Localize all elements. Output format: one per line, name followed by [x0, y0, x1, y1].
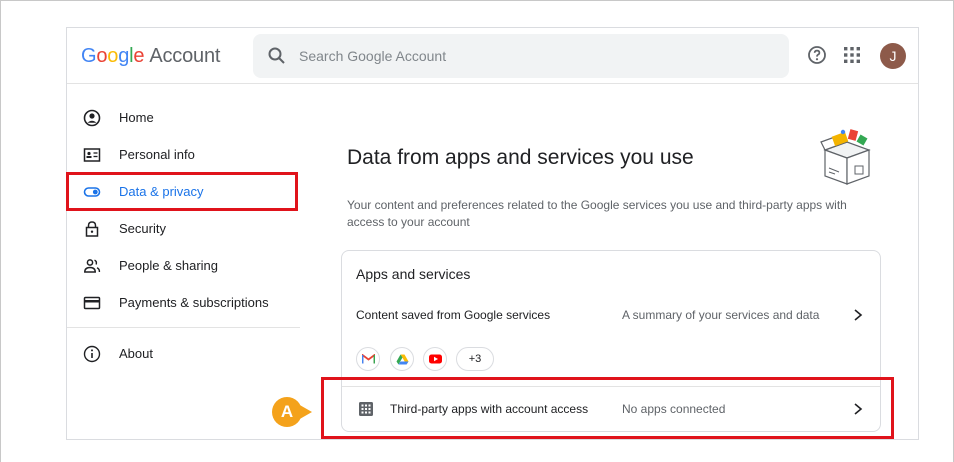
- page-description: Your content and preferences related to …: [347, 198, 847, 229]
- drive-chip[interactable]: [390, 347, 414, 371]
- google-account-logo[interactable]: Google Account: [81, 45, 220, 68]
- sidebar-item-label: Payments & subscriptions: [119, 295, 269, 310]
- search-bar[interactable]: [253, 34, 789, 78]
- chevron-right-icon[interactable]: [852, 308, 864, 322]
- sidebar-item-label: Security: [119, 221, 166, 236]
- info-icon: [83, 345, 101, 363]
- data-box-illustration-icon: [820, 129, 871, 185]
- card-icon: [83, 296, 101, 310]
- home-icon: [83, 109, 101, 127]
- search-input[interactable]: [299, 44, 769, 68]
- sidebar-item-payments[interactable]: Payments & subscriptions: [67, 288, 300, 318]
- sidebar-item-label: People & sharing: [119, 258, 219, 273]
- sidebar-item-about[interactable]: About: [67, 339, 300, 369]
- data-privacy-highlight: [66, 172, 298, 211]
- gmail-icon: [362, 354, 375, 364]
- people-icon: [84, 259, 101, 273]
- help-icon[interactable]: [807, 45, 827, 65]
- sidebar-item-label: Home: [119, 110, 154, 125]
- sidebar-divider: [67, 327, 300, 328]
- logo-letter: o: [107, 45, 119, 67]
- card-title: Apps and services: [356, 266, 471, 282]
- gmail-chip[interactable]: [356, 347, 380, 371]
- youtube-chip[interactable]: [423, 347, 447, 371]
- top-bar: GoogleAccount J: [67, 28, 918, 84]
- lock-icon: [85, 221, 99, 237]
- logo-suffix: Account: [149, 45, 221, 67]
- third-party-apps-highlight: [321, 377, 894, 439]
- sidebar-item-personal-info[interactable]: Personal info: [67, 140, 300, 170]
- id-card-icon: [83, 148, 101, 162]
- youtube-icon: [429, 354, 442, 364]
- annotation-arrow-icon: [298, 404, 312, 420]
- sidebar-item-label: About: [119, 346, 153, 361]
- drive-icon: [396, 354, 409, 365]
- sidebar-item-label: Personal info: [119, 147, 195, 162]
- sidebar-item-security[interactable]: Security: [67, 214, 300, 244]
- content-saved-row-value[interactable]: A summary of your services and data: [622, 308, 819, 322]
- sidebar-item-home[interactable]: Home: [67, 103, 300, 133]
- logo-letter: G: [81, 45, 97, 67]
- avatar[interactable]: J: [880, 43, 906, 69]
- content-saved-row-label[interactable]: Content saved from Google services: [356, 308, 550, 322]
- logo-letter: o: [96, 45, 108, 67]
- logo-letter: g: [118, 45, 130, 67]
- more-services-chip[interactable]: +3: [456, 347, 494, 371]
- sidebar-item-people-sharing[interactable]: People & sharing: [67, 251, 300, 281]
- search-icon[interactable]: [267, 46, 287, 66]
- apps-grid-icon[interactable]: [843, 46, 861, 64]
- page-title: Data from apps and services you use: [347, 146, 694, 169]
- logo-letter: e: [133, 45, 145, 67]
